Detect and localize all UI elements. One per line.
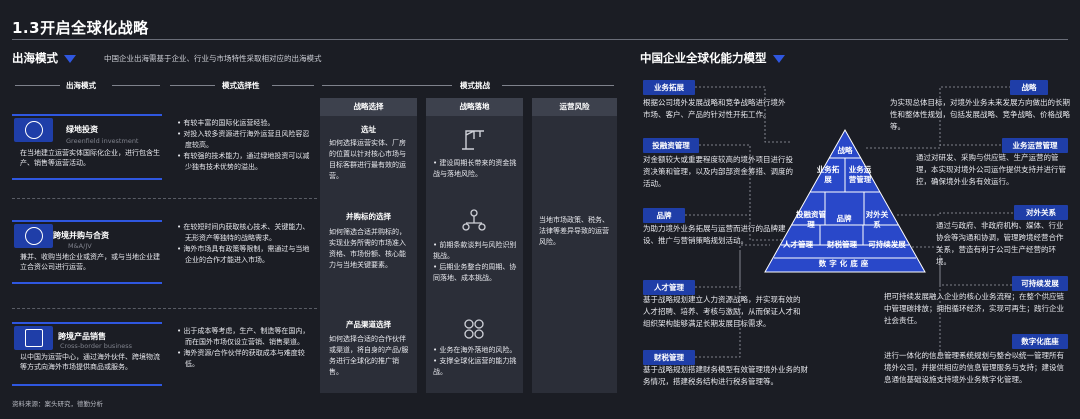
landing-text: • 业务在海外落地的风险。 • 支撑全球化运营的能力挑战。 [433, 346, 517, 376]
pyramid-external-relations: 对外关系 [865, 210, 889, 229]
landing-text: • 建设周期长带来的资金挑战与落地风险。 [433, 159, 517, 178]
mode-title-en: Cross-border business [60, 342, 133, 350]
strategy-head: 选址 [361, 125, 376, 134]
header-mode: 出海模式 [66, 81, 96, 90]
card-border-top [12, 220, 162, 222]
cap-label-external-relations: 对外关系 [1014, 205, 1068, 220]
mode-title: 跨境并购与合资 [53, 231, 109, 240]
header-line [15, 85, 60, 86]
header-line [170, 85, 215, 86]
mode-description: 以中国为运营中心，通过海外伙伴、跨境物流等方式向海外市场提供商品或服务。 [20, 353, 160, 371]
mode-description: 在当地建立运营实体国际化企业，进行包含生产、销售等运营活动。 [20, 149, 160, 167]
header-line [112, 85, 160, 86]
pyramid-business-operation: 业务运营管理 [848, 165, 872, 184]
people-network-icon [462, 209, 486, 231]
cap-label-operations: 业务运营管理 [1002, 138, 1068, 153]
mode-icon-box [14, 326, 53, 350]
header-challenge: 模式挑战 [460, 81, 490, 90]
mode-icon-box [14, 224, 53, 248]
cap-desc: 通过对研发、采购与供应链、生产运营的管理，本实现对境外公司运作提供支持并进行管控… [916, 153, 1066, 186]
pyramid-finance-tax: 财税管理 [827, 240, 857, 249]
tab-operation-risk: 运营风险 [532, 98, 617, 116]
source-note: 资料来源：案头研究，德勤分析 [12, 400, 103, 408]
header-line [322, 85, 452, 86]
ops-risk-text: 当地市场政策、税务、法律等差异导致的运营风险。 [539, 216, 609, 246]
mode-title-en: M&A/JV [68, 242, 92, 250]
card-border-bottom [12, 178, 162, 180]
right-section-title: 中国企业全球化能力模型 [640, 50, 785, 66]
strategy-text: 如何选择合适的合作伙伴或渠道，将自身的产品/服务进行全球化的推广销售。 [329, 335, 409, 376]
left-section-title-text: 出海模式 [12, 51, 58, 65]
gear-icon [24, 227, 43, 245]
left-section-subtitle: 中国企业出海需基于企业、行业与市场特性采取相对应的出海模式 [104, 54, 322, 63]
pyramid-talent: 人才管理 [783, 240, 813, 249]
selectivity-list: • 出于成本等考虑，生产、制造等在国内，而在国外市场仅设立营销、销售渠道。 • … [177, 326, 312, 370]
mode-title: 绿地投资 [66, 125, 98, 134]
strategy-text: 如何筛选合适并购标的，实现业务所需的市场准入资格、市场份额、核心能力与当地关键要… [329, 228, 406, 269]
triangle-down-icon [772, 54, 785, 63]
selectivity-item: • 有较强的技术能力，通过绿地投资可以减少独有技术优势的溢出。 [177, 152, 310, 171]
flower-icon [464, 319, 484, 339]
mode-title: 跨境产品销售 [58, 332, 106, 341]
card-border-top [12, 114, 162, 116]
row-divider [12, 308, 317, 309]
selectivity-item: • 对投入较多资源进行海外运营且风险容忍度较高。 [177, 130, 310, 149]
mode-icon-box [14, 118, 53, 142]
crane-icon [462, 130, 484, 150]
pyramid-brand: 品牌 [836, 214, 852, 223]
card-border-bottom [12, 282, 162, 284]
cap-label-digital-base: 数字化底座 [1012, 334, 1068, 349]
header-line [272, 85, 314, 86]
title-divider [12, 39, 1068, 40]
cap-label-strategy: 战略 [1010, 80, 1048, 95]
selectivity-item: • 海外市场具有政策等限制，需通过与当地企业的合作才能进入市场。 [177, 245, 310, 264]
tab-strategy-landing: 战略落地 [426, 98, 523, 116]
box-icon [24, 329, 43, 347]
row-divider [12, 198, 317, 199]
pyramid-digital-base: 数字化底座 [818, 259, 872, 268]
mode-title-en: Greenfield investment [66, 137, 139, 145]
left-section-title: 出海模式 [12, 50, 76, 66]
card-border-top [12, 322, 162, 324]
pyramid-business-expansion: 业务拓展 [816, 165, 840, 184]
right-section-title-text: 中国企业全球化能力模型 [640, 51, 767, 65]
strategy-head: 产品渠道选择 [346, 320, 391, 329]
page-title: 1.3开启全球化战略 [12, 19, 149, 37]
pyramid-strategy: 战略 [837, 146, 853, 155]
selectivity-item: • 有较丰富的国际化运营经验。 [177, 119, 275, 127]
header-line [502, 85, 614, 86]
landing-text: • 前期条款谈判与风险识别挑战。 • 后期业务整合的周期、协同落地、成本挑战。 [433, 241, 517, 282]
strategy-head: 并购标的选择 [346, 212, 391, 221]
cap-desc: 进行一体化的信息管理系统规划与整合以统一管理所有境外公司，并提供相应的信息管理服… [884, 351, 1064, 384]
card-border-bottom [12, 384, 162, 386]
cap-desc: 通过与政府、非政府机构、媒体、行业协会等沟通和协调，管理跨境经营合作关系，营造有… [936, 221, 1064, 266]
pyramid-investment: 投融资管理 [796, 210, 826, 229]
cap-label-sustainability: 可持续发展 [1012, 276, 1068, 291]
tab-strategy-choice: 战略选择 [320, 98, 417, 116]
cap-desc: 为实现总体目标，对境外业务未来发展方向做出的长期性和整体性规划，包括发展战略、竞… [890, 98, 1070, 131]
selectivity-item: • 出于成本等考虑，生产、制造等在国内，而在国外市场仅设立营销、销售渠道。 [177, 327, 310, 346]
cap-desc: 把可持续发展融入企业的核心业务流程；在整个供应链中管理碳排放；拥抱循环经济，实现… [884, 292, 1064, 325]
triangle-down-icon [64, 54, 76, 63]
selectivity-item: • 在较短时间内获取核心技术、关键能力、无形资产等独特的战略需求。 [177, 223, 310, 242]
header-selectivity: 模式选择性 [222, 81, 260, 90]
pyramid-sustainability: 可持续发展 [868, 240, 906, 249]
mode-description: 兼并、收购当地企业或资产，或与当地企业建立合资公司进行运营。 [20, 253, 160, 271]
selectivity-item: • 海外资源/合作伙伴的获取成本与难度较低。 [177, 349, 305, 368]
selectivity-list: • 在较短时间内获取核心技术、关键能力、无形资产等独特的战略需求。 • 海外市场… [177, 222, 312, 266]
selectivity-list: • 有较丰富的国际化运营经验。 • 对投入较多资源进行海外运营且风险容忍度较高。… [177, 118, 312, 173]
strategy-text: 如何选择运营实体、厂房的位置以针对核心市场与目标客群进行最有效的运营。 [329, 139, 406, 180]
share-icon [24, 121, 43, 139]
